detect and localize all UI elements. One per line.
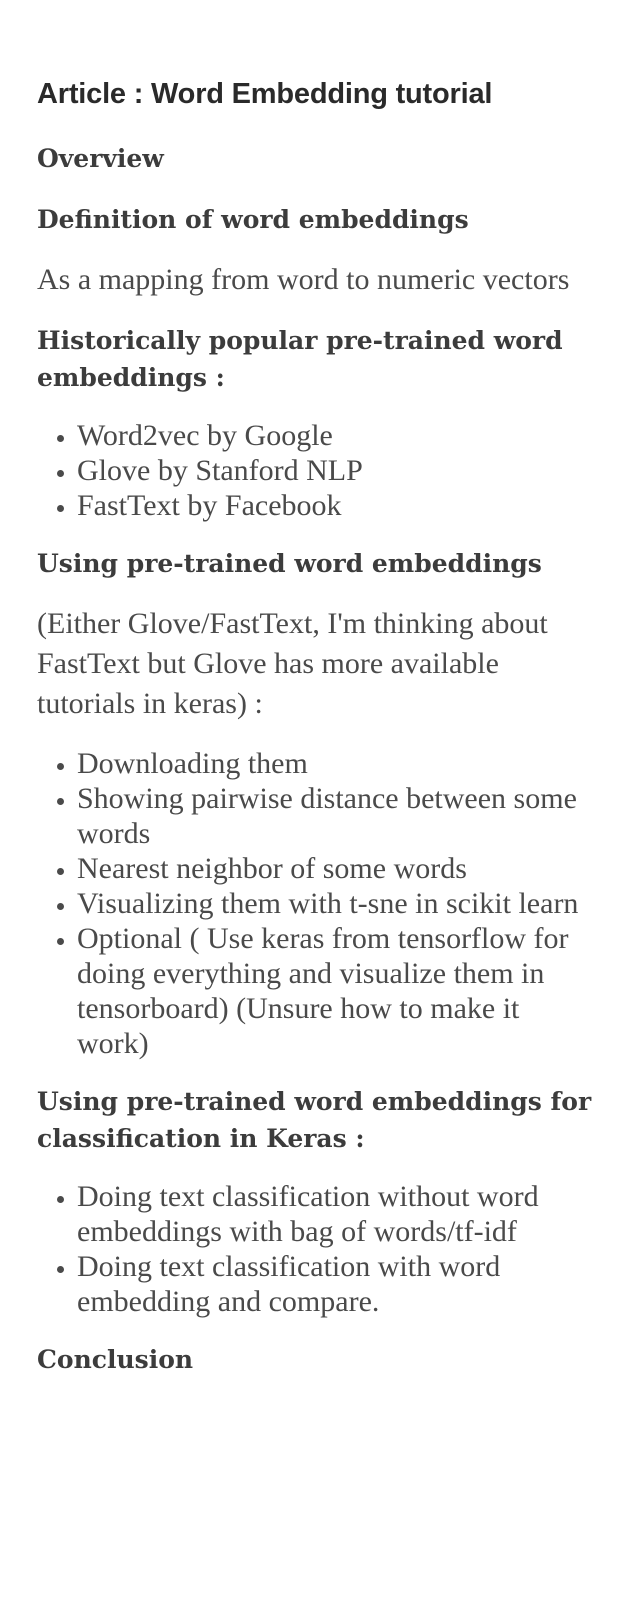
list-item: Doing text classification with word embe…	[77, 1249, 597, 1319]
list-item: Glove by Stanford NLP	[77, 453, 597, 488]
list-item: Nearest neighbor of some words	[77, 851, 597, 886]
heading-using-pretrained: Using pre-trained word embeddings	[37, 549, 542, 578]
list-item: Visualizing them with t-sne in scikit le…	[77, 886, 597, 921]
heading-conclusion: Conclusion	[37, 1345, 194, 1374]
popular-embeddings-list: Word2vec by Google Glove by Stanford NLP…	[37, 418, 597, 523]
heading-popular-embeddings: Historically popular pre-trained word em…	[37, 326, 563, 392]
list-item: FastText by Facebook	[77, 488, 597, 523]
using-pretrained-list: Downloading them Showing pairwise distan…	[37, 746, 597, 1061]
list-item: Word2vec by Google	[77, 418, 597, 453]
article-content: Article : Word Embedding tutorial Overvi…	[37, 74, 597, 1400]
classification-list: Doing text classification without word e…	[37, 1179, 597, 1319]
list-item: Showing pairwise distance between some w…	[77, 781, 597, 851]
article-title: Article : Word Embedding tutorial	[37, 78, 493, 110]
heading-classification: Using pre-trained word embeddings for cl…	[37, 1087, 592, 1153]
list-item: Downloading them	[77, 746, 597, 781]
heading-overview: Overview	[37, 144, 164, 173]
list-item: Doing text classification without word e…	[77, 1179, 597, 1249]
using-pretrained-paragraph: (Either Glove/FastText, I'm thinking abo…	[37, 607, 548, 720]
list-item: Optional ( Use keras from tensorflow for…	[77, 921, 597, 1061]
definition-paragraph: As a mapping from word to numeric vector…	[37, 263, 570, 296]
heading-definition: Definition of word embeddings	[37, 205, 469, 234]
